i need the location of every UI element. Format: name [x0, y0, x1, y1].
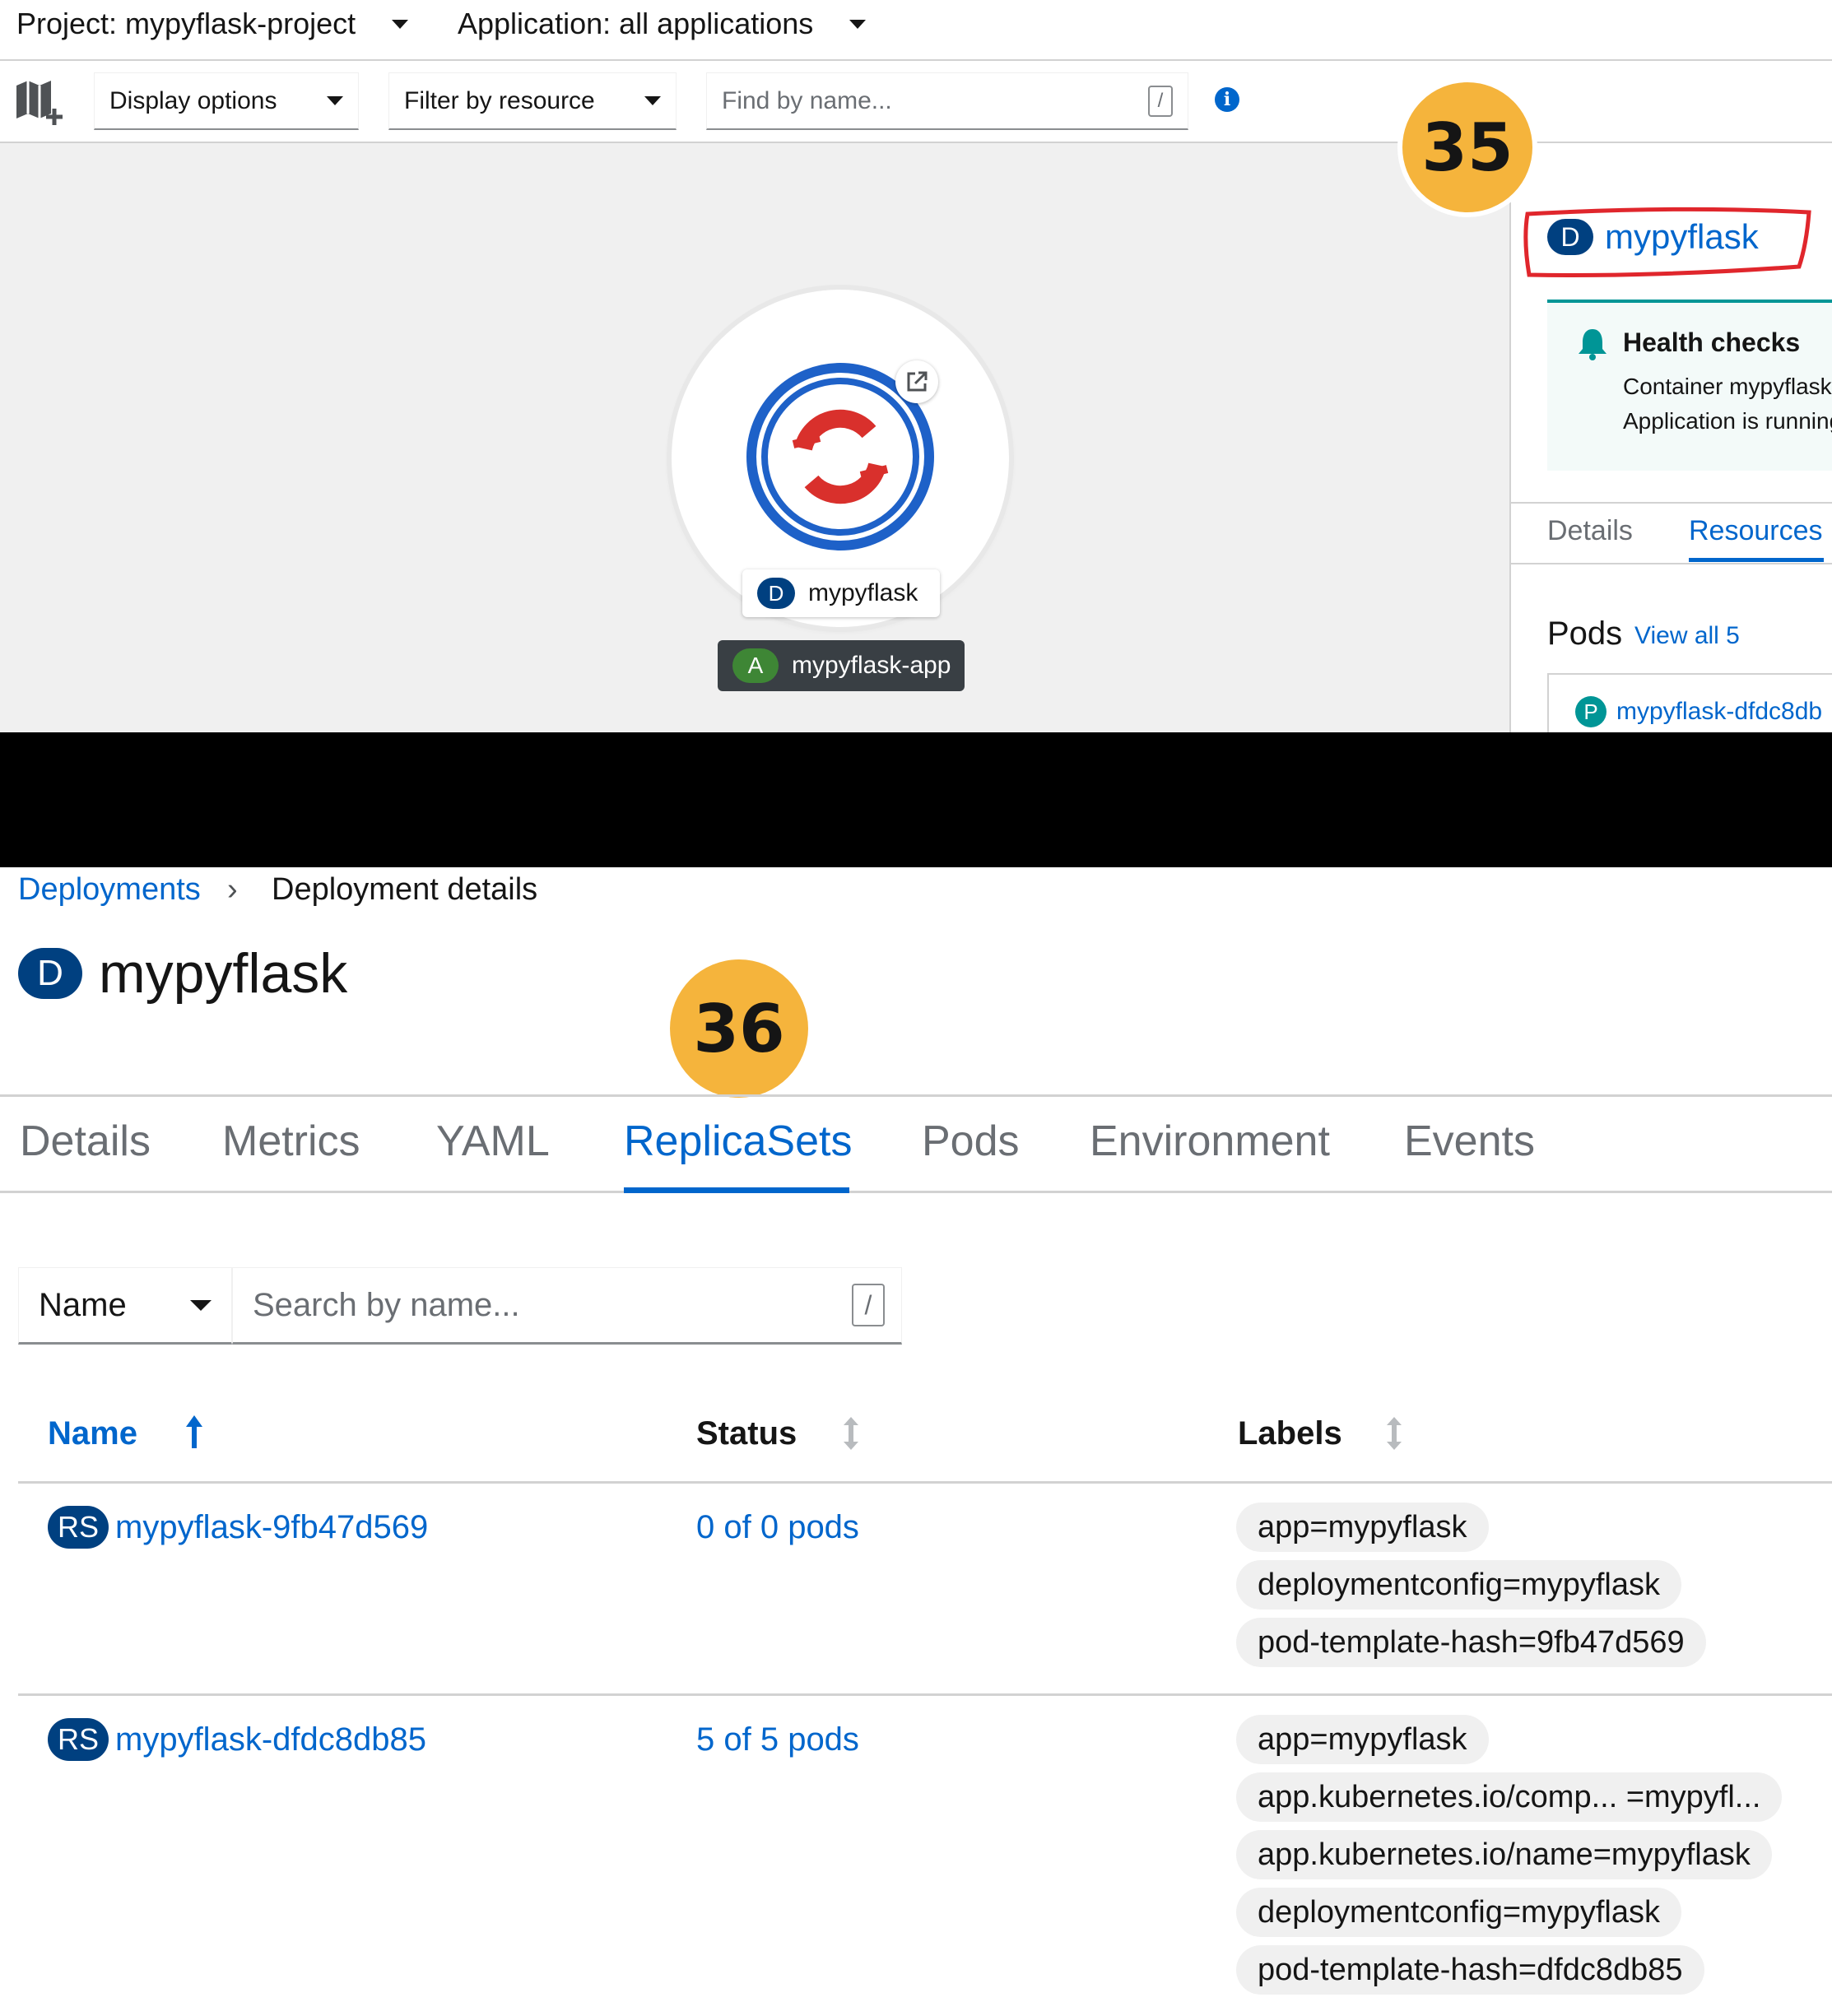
- deployment-badge: D: [18, 948, 82, 999]
- health-checks-line2: Application is running: [1623, 408, 1832, 434]
- tab-replicasets[interactable]: ReplicaSets: [624, 1117, 852, 1166]
- column-header-status[interactable]: Status: [696, 1415, 797, 1452]
- label-chip: app=mypyflask: [1236, 1503, 1489, 1552]
- replicaset-status-link[interactable]: 0 of 0 pods: [696, 1509, 859, 1546]
- replicaset-badge: RS: [48, 1718, 109, 1761]
- replicaset-filter: Name Search by name... /: [18, 1267, 902, 1345]
- pod-list-item: P mypyflask-dfdc8db: [1547, 673, 1832, 732]
- replicaset-name-cell: RS mypyflask-9fb47d569: [48, 1506, 428, 1549]
- label-chip: pod-template-hash=dfdc8db85: [1236, 1945, 1704, 1995]
- column-header-labels[interactable]: Labels: [1238, 1415, 1342, 1452]
- step-35-badge: 35: [1397, 77, 1537, 217]
- search-placeholder: Search by name...: [253, 1286, 520, 1323]
- breadcrumb-deployments-link[interactable]: Deployments: [18, 872, 201, 908]
- page-title: D mypyflask: [18, 941, 347, 1006]
- side-tab-underline: [1689, 558, 1824, 562]
- application-badge: A: [732, 648, 779, 683]
- info-icon[interactable]: i: [1215, 87, 1239, 112]
- tab-pods[interactable]: Pods: [922, 1117, 1020, 1166]
- bell-icon: [1577, 327, 1608, 365]
- slash-shortcut-hint: /: [852, 1284, 885, 1326]
- label-chip: deploymentconfig=mypyflask: [1236, 1888, 1681, 1937]
- chevron-down-icon: [327, 96, 343, 105]
- display-options-label: Display options: [109, 86, 277, 114]
- view-all-pods-link[interactable]: View all 5: [1634, 622, 1740, 650]
- image-separator: [0, 732, 1832, 867]
- deployment-tabs: Details Metrics YAML ReplicaSets Pods En…: [0, 1094, 1832, 1193]
- chevron-down-icon: [190, 1299, 212, 1311]
- health-checks-alert: Health checks Container mypyflask Applic…: [1547, 300, 1832, 471]
- side-tabs-top-line: [1511, 502, 1832, 504]
- sort-ascending-icon[interactable]: [183, 1414, 206, 1454]
- pods-heading: Pods: [1547, 615, 1623, 652]
- step-36-badge: 36: [670, 959, 808, 1098]
- filter-type-value: Name: [39, 1286, 127, 1323]
- side-tab-resources[interactable]: Resources: [1689, 515, 1823, 547]
- replicaset-name-link[interactable]: mypyflask-dfdc8db85: [115, 1721, 426, 1758]
- filter-by-resource-dropdown[interactable]: Filter by resource: [388, 72, 677, 130]
- page-title-text: mypyflask: [99, 942, 348, 1005]
- tab-yaml[interactable]: YAML: [436, 1117, 550, 1166]
- pod-badge: P: [1575, 696, 1606, 727]
- health-checks-line1: Container mypyflask: [1623, 374, 1832, 399]
- slash-shortcut-hint: /: [1148, 85, 1173, 117]
- display-options-dropdown[interactable]: Display options: [94, 72, 359, 130]
- side-tabs-bottom-line: [1511, 563, 1832, 564]
- tab-environment[interactable]: Environment: [1090, 1117, 1330, 1166]
- tab-metrics[interactable]: Metrics: [222, 1117, 360, 1166]
- topology-panel: Project: mypyflask-project Application: …: [0, 0, 1832, 732]
- deployment-badge: D: [757, 578, 795, 609]
- breadcrumb-current: Deployment details: [272, 872, 538, 907]
- label-chip: deploymentconfig=mypyflask: [1236, 1560, 1681, 1610]
- replicaset-name-link[interactable]: mypyflask-9fb47d569: [115, 1509, 428, 1546]
- breadcrumb-separator-icon: ›: [227, 872, 238, 907]
- tab-details[interactable]: Details: [20, 1117, 151, 1166]
- project-selector[interactable]: Project: mypyflask-project: [16, 7, 409, 41]
- sort-icon[interactable]: [1384, 1415, 1404, 1456]
- tab-events[interactable]: Events: [1404, 1117, 1535, 1166]
- replicaset-badge: RS: [48, 1506, 109, 1549]
- label-chip: app.kubernetes.io/name=mypyflask: [1236, 1830, 1772, 1879]
- find-by-name-input[interactable]: Find by name... /: [706, 72, 1188, 130]
- label-chip: pod-template-hash=9fb47d569: [1236, 1618, 1706, 1667]
- project-label: Project: mypyflask-project: [16, 7, 356, 40]
- search-by-name-input[interactable]: Search by name... /: [232, 1267, 902, 1345]
- sort-icon[interactable]: [841, 1415, 861, 1456]
- node-name-label[interactable]: D mypyflask: [742, 569, 940, 617]
- application-name: mypyflask-app: [792, 652, 951, 679]
- replicaset-status-link[interactable]: 5 of 5 pods: [696, 1721, 859, 1758]
- side-tab-details[interactable]: Details: [1547, 515, 1633, 547]
- active-tab-underline: [624, 1187, 849, 1193]
- topology-map-icon[interactable]: [13, 77, 66, 131]
- red-highlight-circle: [1519, 201, 1816, 287]
- chevron-down-icon: [644, 96, 661, 105]
- chevron-down-icon: [849, 19, 867, 29]
- application-label: Application: all applications: [458, 7, 814, 40]
- column-header-name[interactable]: Name: [48, 1415, 137, 1452]
- filter-type-select[interactable]: Name: [18, 1267, 232, 1345]
- label-chip: app.kubernetes.io/comp... =mypyfl...: [1236, 1772, 1783, 1822]
- external-link-icon[interactable]: [895, 360, 938, 403]
- topology-toolbar: Display options Filter by resource Find …: [0, 61, 1832, 143]
- health-checks-title: Health checks: [1623, 327, 1801, 357]
- chevron-down-icon: [392, 19, 409, 29]
- pod-name-link[interactable]: mypyflask-dfdc8db: [1616, 698, 1822, 726]
- label-chip: app=mypyflask: [1236, 1715, 1489, 1764]
- find-placeholder: Find by name...: [722, 86, 892, 114]
- application-selector[interactable]: Application: all applications: [458, 7, 867, 41]
- replicaset-name-cell: RS mypyflask-dfdc8db85: [48, 1718, 426, 1761]
- project-bar: Project: mypyflask-project Application: …: [0, 0, 1832, 61]
- filter-by-resource-label: Filter by resource: [404, 86, 595, 114]
- node-name: mypyflask: [808, 579, 918, 606]
- application-group-label[interactable]: A mypyflask-app: [718, 640, 965, 691]
